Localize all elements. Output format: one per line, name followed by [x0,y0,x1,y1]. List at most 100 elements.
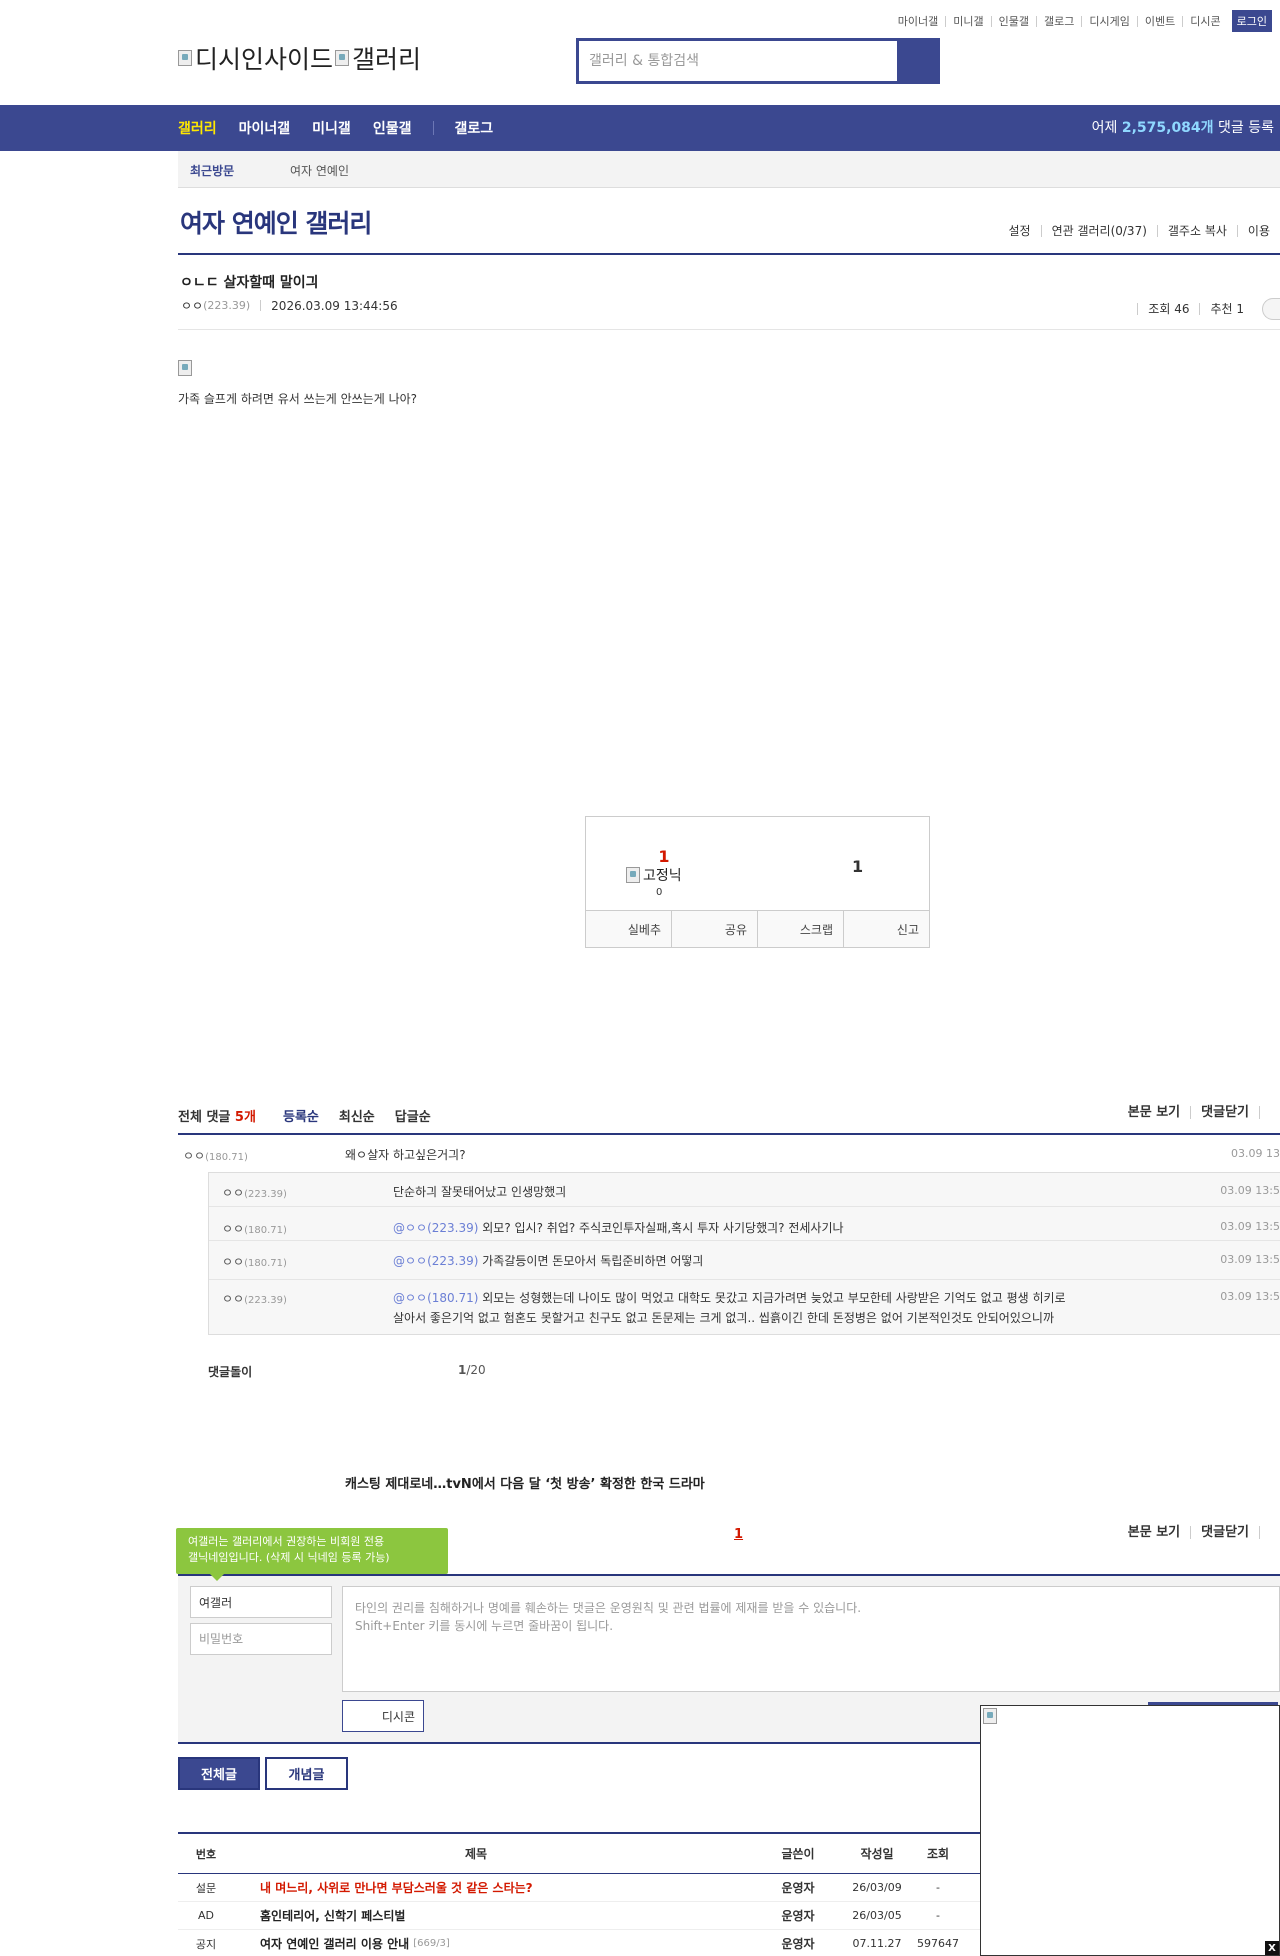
share-button[interactable]: 공유 [671,911,757,947]
reply-date: 03.09 13:5 [1220,1290,1280,1303]
nav-minor[interactable]: 마이너갤 [239,118,291,138]
meta-divider [260,300,262,311]
sort-replies[interactable]: 답글순 [395,1106,431,1125]
recommend-up-count[interactable]: 1 [654,847,674,866]
col-views: 조회 [926,1847,950,1861]
password-field[interactable] [190,1623,332,1655]
row-title[interactable]: 홈인테리어, 신학기 페스티벌 [260,1902,740,1929]
row-views: - [936,1909,940,1922]
row-views: 597647 [917,1937,959,1950]
comment-footer-tools: 본문 보기 댓글닫기 [1118,1526,1280,1539]
col-title: 제목 [464,1847,488,1861]
reply-divider [209,1206,1280,1207]
row-date: 26/03/09 [852,1881,902,1894]
scrap-button[interactable]: 스크랩 [757,911,843,947]
search-button[interactable] [897,41,937,81]
comment-nick[interactable]: ㅇㅇ(180.71) [183,1147,248,1164]
comment-jump-button[interactable] [1262,298,1280,320]
close-comments-link[interactable]: 댓글닫기 [1190,1106,1259,1119]
close-comments-link[interactable]: 댓글닫기 [1190,1526,1259,1539]
table-row[interactable]: 공지 여자 연예인 갤러리 이용 안내 [669/3] 운영자 07.11.27 … [178,1930,980,1956]
best-recommend-button[interactable]: 실베추 [586,911,671,947]
util-link-game[interactable]: 디시게임 [1081,15,1136,27]
view-body-link[interactable]: 본문 보기 [1118,1526,1190,1539]
row-no: AD [198,1909,214,1922]
row-writer[interactable]: 운영자 [758,1930,838,1956]
util-link-gallog[interactable]: 갤로그 [1036,15,1081,27]
footer-tools-divider [1259,1526,1280,1539]
settings-link[interactable]: 설정 [998,225,1040,237]
best-posts-tab[interactable]: 개념글 [265,1757,348,1790]
sort-registered[interactable]: 등록순 [283,1106,319,1125]
usage-link[interactable]: 이용 [1236,225,1280,237]
table-row[interactable]: 설문 내 며느리, 사위로 만나면 부담스러울 것 같은 스타는? 운영자 26… [178,1874,980,1902]
ad-image [983,1708,997,1724]
site-logo[interactable]: 디시인사이드 갤러리 [178,40,421,76]
reply-nick[interactable]: ㅇㅇ(223.39) [222,1290,287,1307]
post-recommend: 추천 1 [1199,303,1254,315]
comment-sort: 등록순 최신순 답글순 [283,1106,431,1125]
table-row[interactable]: AD 홈인테리어, 신학기 페스티벌 운영자 26/03/05 - [178,1902,980,1930]
ad-close-icon[interactable]: X [1265,1941,1279,1955]
reply-text: 단순하긔 잘못태어났고 인생망했긔 [393,1185,567,1199]
search-input[interactable] [579,41,897,81]
related-galleries-link[interactable]: 연관 갤러리(0/37) [1040,225,1157,237]
post-title: ㅇㄴㄷ 살자할때 말이긔 [180,275,319,291]
post-meta: ㅇㅇ (223.39) 2026.03.09 13:44:56 [181,297,398,314]
gallery-title[interactable]: 여자 연예인 갤러리 [180,204,372,240]
nav-mini[interactable]: 미니갤 [312,118,351,138]
copy-address-link[interactable]: 갤주소 복사 [1156,225,1237,237]
reply-nick[interactable]: ㅇㅇ(180.71) [222,1220,287,1237]
row-no: 공지 [195,1937,217,1951]
row-title[interactable]: 내 며느리, 사위로 만나면 부담스러울 것 같은 스타는? [260,1874,740,1901]
report-button[interactable]: 신고 [843,911,929,947]
broken-image-icon [335,50,350,66]
row-no: 설문 [195,1881,217,1895]
logo-gallery: 갤러리 [335,40,421,76]
reply-nick[interactable]: ㅇㅇ(180.71) [222,1253,287,1270]
reply-nick[interactable]: ㅇㅇ(223.39) [222,1184,287,1201]
login-button[interactable]: 로그인 [1231,10,1272,32]
broken-image-icon [626,867,640,883]
post-stats: 조회 46 추천 1 [1137,298,1280,320]
fixed-nick-image: 고정닉 [626,865,682,885]
row-date: 26/03/05 [852,1909,902,1922]
post-nick[interactable]: ㅇㅇ [181,297,203,314]
util-link-mini[interactable]: 미니갤 [945,15,990,27]
header-tools-divider [1259,1106,1280,1119]
dccon-button[interactable]: 디시콘 [342,1700,424,1732]
util-link-person[interactable]: 인물갤 [990,15,1036,27]
news-headline[interactable]: 캐스팅 제대로네…tvN에서 다음 달 ‘첫 방송’ 확정한 한국 드라마 [345,1473,705,1492]
row-title[interactable]: 여자 연예인 갤러리 이용 안내 [669/3] [260,1930,740,1956]
all-posts-tab[interactable]: 전체글 [178,1757,260,1790]
util-link-dccon[interactable]: 디시콘 [1182,15,1227,27]
post-image [178,360,192,376]
reply-text: @ㅇㅇ(180.71) 외모는 성형했는데 나이도 많이 먹었고 대학도 못갔고… [393,1291,1066,1325]
reply-text: @ㅇㅇ(223.39) 외모? 입시? 취업? 주식코인투자실패,혹시 투자 사… [393,1221,844,1235]
row-comment-count: [669/3] [413,1938,450,1949]
util-link-minor[interactable]: 마이너갤 [891,16,945,27]
reply-mention: @ㅇㅇ(223.39) [393,1221,479,1235]
row-writer[interactable]: 운영자 [758,1874,838,1901]
view-body-link[interactable]: 본문 보기 [1118,1106,1190,1119]
recommend-down-count[interactable]: 1 [852,857,863,876]
nav-gallery[interactable]: 갤러리 [178,118,217,138]
nickname-field[interactable] [190,1586,332,1618]
yesterday-stat: 어제 2,575,084개 댓글 등록 [1091,120,1274,136]
row-writer[interactable]: 운영자 [758,1902,838,1929]
comment-page-1[interactable]: 1 [734,1527,743,1542]
col-writer: 글쓴이 [781,1847,815,1861]
floating-ad[interactable]: X [980,1705,1280,1956]
recent-visit-item[interactable]: 여자 연예인 [290,162,349,179]
table-header: 번호 제목 글쓴이 작성일 조회 [178,1834,980,1874]
gallery-tools: 설정 연관 갤러리(0/37) 갤주소 복사 이용 [998,225,1280,237]
sort-latest[interactable]: 최신순 [339,1106,375,1125]
util-links: 마이너갤 미니갤 인물갤 갤로그 디시게임 이벤트 디시콘 로그인 [891,10,1272,32]
nav-gallog[interactable]: 갤로그 [454,118,493,138]
comment-total: 전체 댓글 5개 [178,1110,256,1125]
nav-person[interactable]: 인물갤 [373,118,412,138]
broken-image-icon [983,1708,997,1724]
comment-textarea[interactable] [342,1586,1280,1692]
util-link-event[interactable]: 이벤트 [1136,15,1182,27]
row-date: 07.11.27 [852,1937,902,1950]
